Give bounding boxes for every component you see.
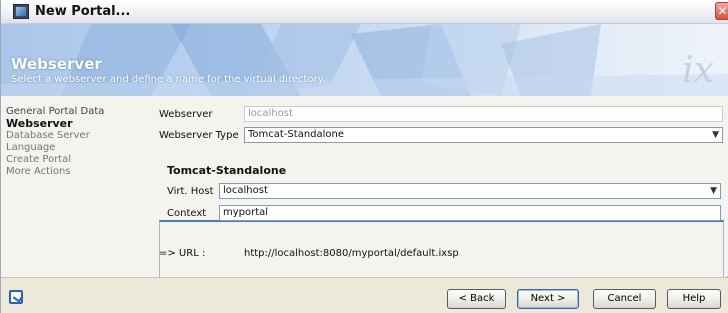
ix-logo: ix	[682, 50, 714, 91]
webserver-type-value: Tomcat-Standalone	[248, 129, 345, 140]
step-create-portal: Create Portal	[6, 154, 72, 165]
wizard-steps: General Portal Data Webserver Database S…	[6, 106, 146, 178]
url-value: http://localhost:8080/myportal/default.i…	[244, 248, 459, 259]
webserver-label: Webserver	[159, 109, 213, 120]
context-input[interactable]: myportal	[219, 205, 721, 221]
banner-title: Webserver	[11, 55, 102, 73]
new-portal-dialog: New Portal... ✕ Webserver Select a webse…	[0, 0, 728, 313]
chevron-down-icon[interactable]: ▼	[710, 184, 717, 198]
cancel-button[interactable]: Cancel	[593, 289, 656, 309]
virt-host-select[interactable]: localhost ▼	[219, 183, 721, 199]
step-webserver: Webserver	[6, 117, 73, 130]
back-button[interactable]: < Back	[447, 289, 506, 309]
group-title: Tomcat-Standalone	[167, 164, 287, 177]
virt-host-label: Virt. Host	[167, 186, 214, 197]
webserver-field: localhost	[244, 106, 723, 122]
wizard-footer: < Back Next > Cancel Help	[1, 277, 728, 313]
webserver-type-select[interactable]: Tomcat-Standalone ▼	[244, 127, 723, 143]
app-icon	[13, 4, 29, 19]
url-label: => URL :	[159, 248, 206, 259]
help-button[interactable]: Help	[667, 289, 721, 309]
step-more-actions: More Actions	[6, 166, 71, 177]
banner-subtitle: Select a webserver and define a name for…	[11, 74, 326, 85]
close-icon[interactable]: ✕	[715, 2, 728, 20]
title-bar[interactable]: New Portal... ✕	[1, 0, 728, 24]
context-label: Context	[167, 208, 207, 219]
step-language: Language	[6, 142, 56, 153]
help-checkbox-icon[interactable]	[9, 290, 23, 304]
step-database-server: Database Server	[6, 130, 90, 141]
wizard-banner: Webserver Select a webserver and define …	[1, 24, 728, 96]
next-button[interactable]: Next >	[517, 289, 579, 309]
virt-host-value: localhost	[223, 185, 268, 196]
chevron-down-icon[interactable]: ▼	[712, 128, 719, 142]
webserver-type-label: Webserver Type	[159, 130, 239, 141]
banner-decoration	[1, 24, 728, 96]
window-title: New Portal...	[35, 4, 131, 19]
